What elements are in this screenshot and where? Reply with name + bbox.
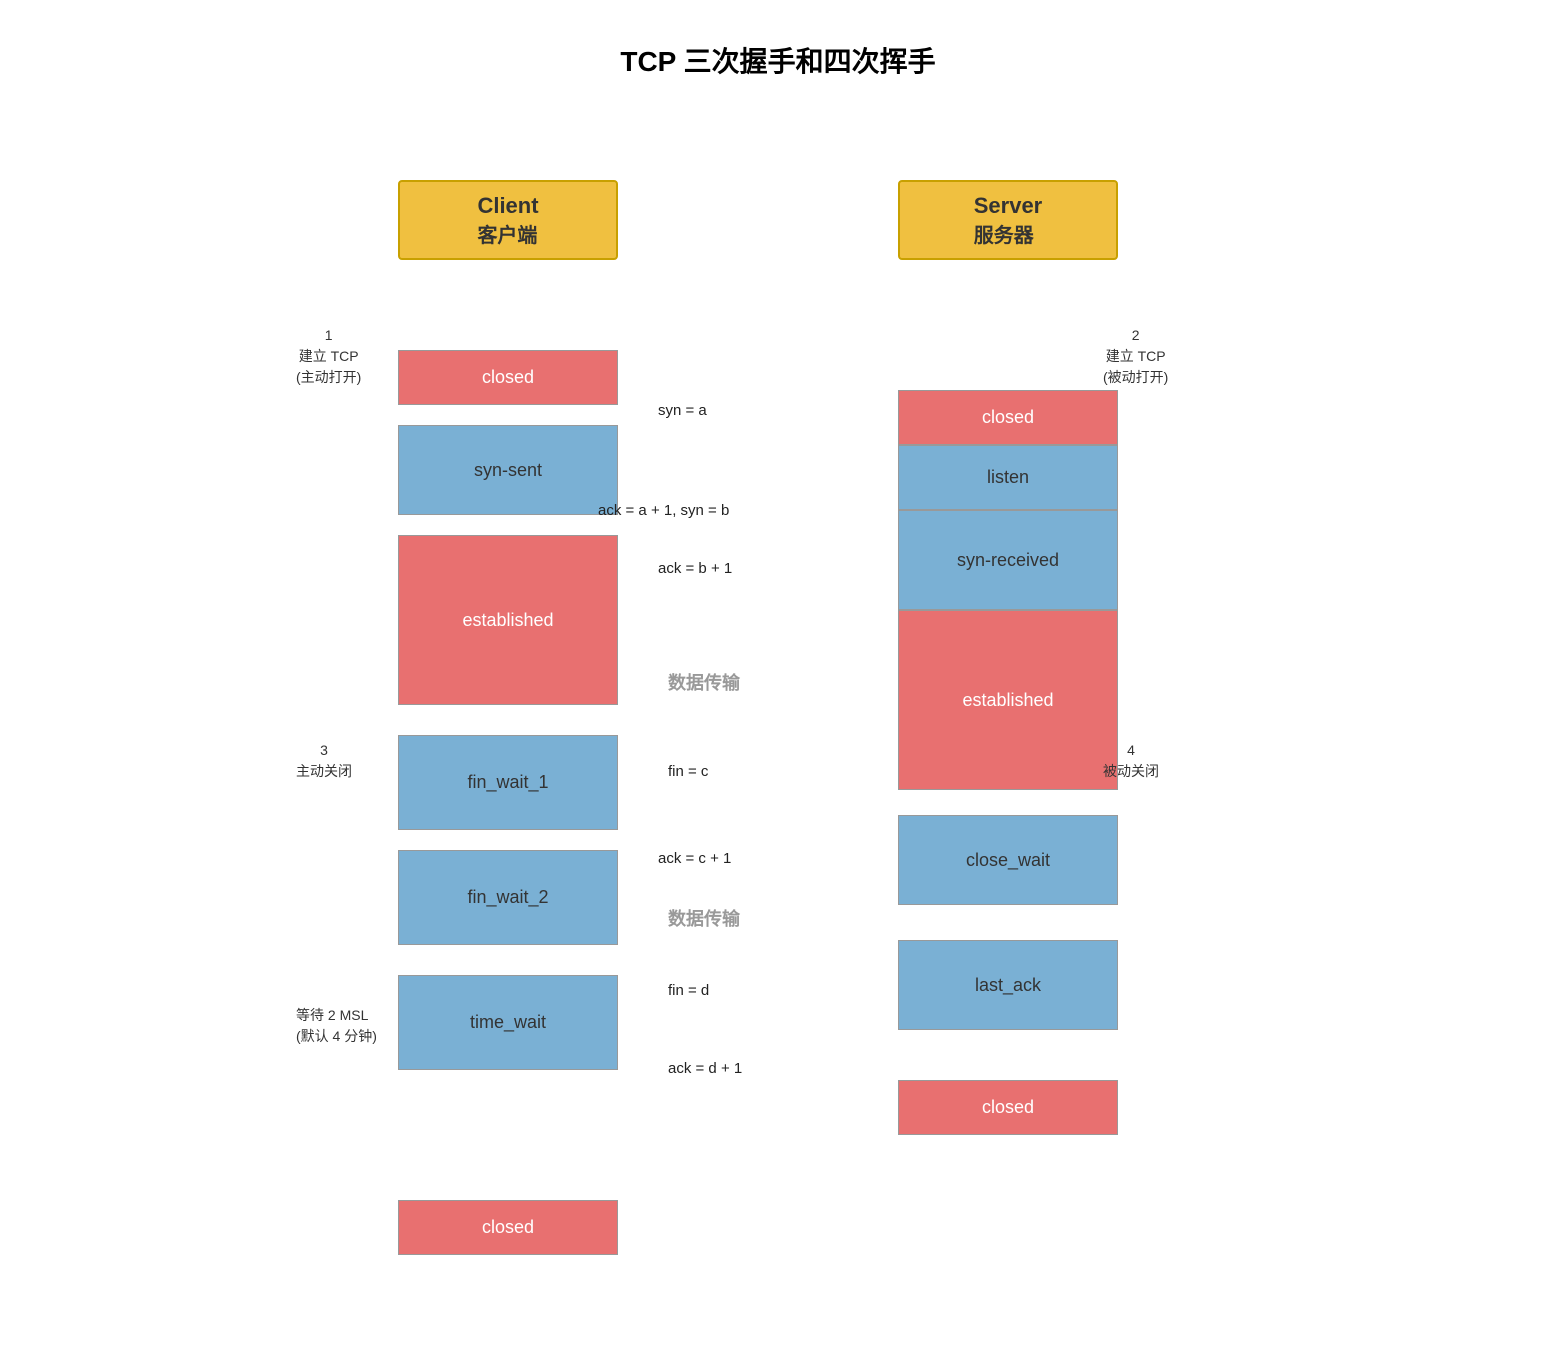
client-fin-wait-1: fin_wait_1 (398, 735, 618, 830)
client-closed-top: closed (398, 350, 618, 405)
side-label-3: 3主动关闭 (296, 740, 352, 782)
arrow-fin-d: fin = d (668, 982, 709, 999)
client-time-wait: time_wait (398, 975, 618, 1070)
server-closed-top: closed (898, 390, 1118, 445)
arrow-ack-syn: ack = a + 1, syn = b (598, 502, 729, 519)
server-listen: listen (898, 445, 1118, 510)
arrow-syn: syn = a (658, 402, 707, 419)
arrow-data-transfer1: 数据传输 (668, 669, 740, 695)
server-header: Server服务器 (898, 180, 1118, 260)
server-close-wait: close_wait (898, 815, 1118, 905)
time-wait-note: 等待 2 MSL(默认 4 分钟) (296, 1005, 377, 1047)
client-syn-sent: syn-sent (398, 425, 618, 515)
server-label: Server服务器 (974, 193, 1043, 248)
side-label-1: 11 建立 TCP (主动打开)建立 TCP(主动打开) (296, 325, 361, 388)
side-label-2: 2建立 TCP(被动打开) (1103, 325, 1168, 388)
page-title: TCP 三次握手和四次挥手 (178, 40, 1378, 80)
side-label-4: 4被动关闭 (1103, 740, 1159, 782)
server-closed-bottom: closed (898, 1080, 1118, 1135)
client-label: Client客户端 (477, 193, 538, 248)
server-established: established (898, 610, 1118, 790)
arrow-data-transfer2: 数据传输 (668, 905, 740, 931)
arrow-ack-c1: ack = c + 1 (658, 850, 731, 867)
arrow-ack-d1: ack = d + 1 (668, 1060, 742, 1077)
server-syn-received: syn-received (898, 510, 1118, 610)
client-established: established (398, 535, 618, 705)
arrow-ack: ack = b + 1 (658, 560, 732, 577)
diagram-container: TCP 三次握手和四次挥手 (178, 20, 1378, 120)
client-header: Client客户端 (398, 180, 618, 260)
server-last-ack: last_ack (898, 940, 1118, 1030)
arrow-fin-c: fin = c (668, 763, 708, 780)
client-fin-wait-2: fin_wait_2 (398, 850, 618, 945)
client-closed-bottom: closed (398, 1200, 618, 1255)
